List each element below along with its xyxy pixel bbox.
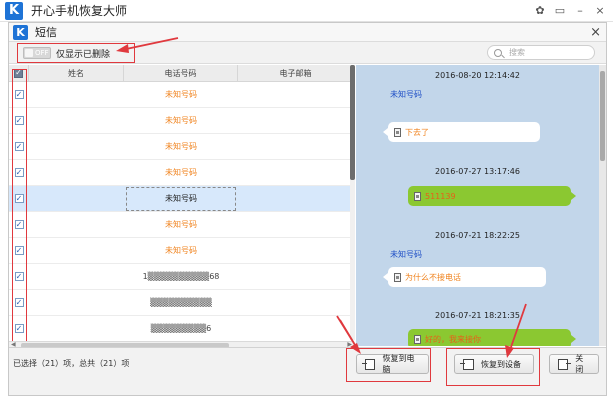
search-placeholder: 搜索	[509, 48, 525, 57]
message-sender: 未知号码	[390, 250, 422, 259]
app-logo: K	[5, 1, 23, 20]
wechat-icon[interactable]: ✿	[533, 3, 547, 17]
row-name	[29, 316, 124, 341]
message-text: 好的，我来接你	[425, 334, 481, 344]
row-name	[29, 186, 124, 211]
row-name	[29, 134, 124, 159]
row-phone-text: 未知号码	[126, 186, 236, 211]
column-email[interactable]: 电子邮箱	[238, 65, 354, 81]
table-row[interactable]: ✓ 未知号码	[9, 134, 354, 160]
row-name	[29, 160, 124, 185]
row-name	[29, 290, 124, 315]
message-text: 为什么不接电话	[405, 272, 461, 282]
row-email	[238, 108, 354, 133]
table-row[interactable]: ✓ 未知号码	[9, 82, 354, 108]
table-row[interactable]: ✓ ▒▒▒▒▒▒▒▒▒6	[9, 316, 354, 342]
table-header: ✓ 姓名 电话号码 电子邮箱	[9, 65, 354, 82]
message-bubble-outgoing[interactable]: 511139	[408, 186, 576, 206]
highlight-box-restore-pc	[346, 348, 431, 382]
window-controls: ✿ ▭ – ×	[533, 3, 607, 17]
message-bubble-outgoing[interactable]: 好的，我来接你	[408, 329, 576, 346]
row-phone: ▒▒▒▒▒▒▒▒▒6	[150, 324, 212, 333]
row-phone: 未知号码	[165, 116, 197, 125]
row-email	[238, 238, 354, 263]
message-pane: 2016-08-20 12:14:42 未知号码 下去了 2016-07-27 …	[356, 65, 606, 346]
message-text: 下去了	[405, 127, 429, 137]
table-row[interactable]: ✓ 1▒▒▒▒▒▒▒▒▒▒68	[9, 264, 354, 290]
table-vertical-scrollbar[interactable]	[350, 65, 355, 340]
message-timestamp: 2016-07-21 18:21:35	[435, 311, 520, 320]
selection-status: 已选择（21）项，总共（21）项	[13, 359, 130, 368]
table-row-selected[interactable]: ✓ 未知号码	[9, 186, 354, 212]
row-email	[238, 82, 354, 107]
row-email	[238, 186, 354, 211]
row-name	[29, 264, 124, 289]
row-name	[29, 82, 124, 107]
close-label: 关闭	[575, 354, 584, 374]
message-timestamp: 2016-08-20 12:14:42	[435, 71, 520, 80]
row-phone: 未知号码	[165, 90, 197, 99]
sms-dialog: K 短信 × OFF 仅显示已删除 搜索 ✓ 姓名 电话号码 电子邮箱 ✓ 未知…	[8, 22, 607, 396]
vertical-scroll-thumb[interactable]	[350, 65, 355, 180]
close-button[interactable]: 关闭	[549, 354, 599, 374]
row-email	[238, 212, 354, 237]
sim-card-icon	[414, 334, 421, 344]
table-row[interactable]: ✓ 未知号码	[9, 108, 354, 134]
row-phone: 未知号码	[165, 220, 197, 229]
message-timestamp: 2016-07-21 18:22:25	[435, 231, 520, 240]
chat-icon[interactable]: ▭	[553, 3, 567, 17]
sim-card-icon	[394, 272, 401, 282]
column-phone[interactable]: 电话号码	[124, 65, 238, 81]
message-scrollbar[interactable]	[599, 65, 606, 346]
search-icon	[494, 48, 502, 57]
row-name	[29, 108, 124, 133]
row-email	[238, 316, 354, 341]
row-phone: 未知号码	[165, 246, 197, 255]
row-phone: 1▒▒▒▒▒▒▒▒▒▒68	[142, 272, 220, 281]
dialog-header: K 短信 ×	[9, 23, 606, 42]
highlight-box-restore-device	[446, 348, 540, 386]
sim-card-icon	[394, 127, 401, 137]
app-title: 开心手机恢复大师	[31, 4, 128, 18]
table-row[interactable]: ✓ 未知号码	[9, 160, 354, 186]
row-name	[29, 212, 124, 237]
highlight-box-filter	[17, 43, 135, 63]
row-email	[238, 264, 354, 289]
close-icon[interactable]: ×	[593, 3, 607, 17]
message-scroll-thumb[interactable]	[600, 71, 605, 161]
sim-card-icon	[414, 191, 421, 201]
message-bubble-incoming[interactable]: 下去了	[383, 122, 540, 142]
row-phone: ▒▒▒▒▒▒▒▒▒▒	[150, 298, 212, 307]
message-timestamp: 2016-07-27 13:17:46	[435, 167, 520, 176]
dialog-logo: K	[13, 24, 28, 40]
dialog-footer: 已选择（21）项，总共（21）项 恢复到电脑 恢复到设备 关闭	[9, 347, 606, 395]
dialog-close-icon[interactable]: ×	[590, 25, 601, 40]
app-titlebar: K 开心手机恢复大师 ✿ ▭ – ×	[0, 0, 613, 22]
dialog-title: 短信	[35, 26, 57, 39]
row-email	[238, 160, 354, 185]
exit-icon	[558, 358, 572, 370]
contacts-table: ✓ 姓名 电话号码 电子邮箱 ✓ 未知号码 ✓ 未知号码 ✓ 未知号码 ✓ 未知…	[9, 65, 354, 346]
row-phone: 未知号码	[124, 186, 238, 211]
row-email	[238, 290, 354, 315]
table-row[interactable]: ✓ 未知号码	[9, 238, 354, 264]
filter-bar: OFF 仅显示已删除 搜索	[9, 42, 606, 64]
row-phone: 未知号码	[165, 168, 197, 177]
row-email	[238, 134, 354, 159]
message-sender: 未知号码	[390, 90, 422, 99]
minimize-icon[interactable]: –	[573, 3, 587, 17]
row-name	[29, 238, 124, 263]
column-name[interactable]: 姓名	[29, 65, 124, 81]
search-input[interactable]: 搜索	[487, 45, 595, 60]
message-text: 511139	[425, 191, 456, 201]
highlight-box-checkboxes	[12, 69, 27, 357]
message-bubble-incoming[interactable]: 为什么不接电话	[383, 267, 546, 287]
row-phone: 未知号码	[165, 142, 197, 151]
table-row[interactable]: ✓ 未知号码	[9, 212, 354, 238]
table-row[interactable]: ✓ ▒▒▒▒▒▒▒▒▒▒	[9, 290, 354, 316]
